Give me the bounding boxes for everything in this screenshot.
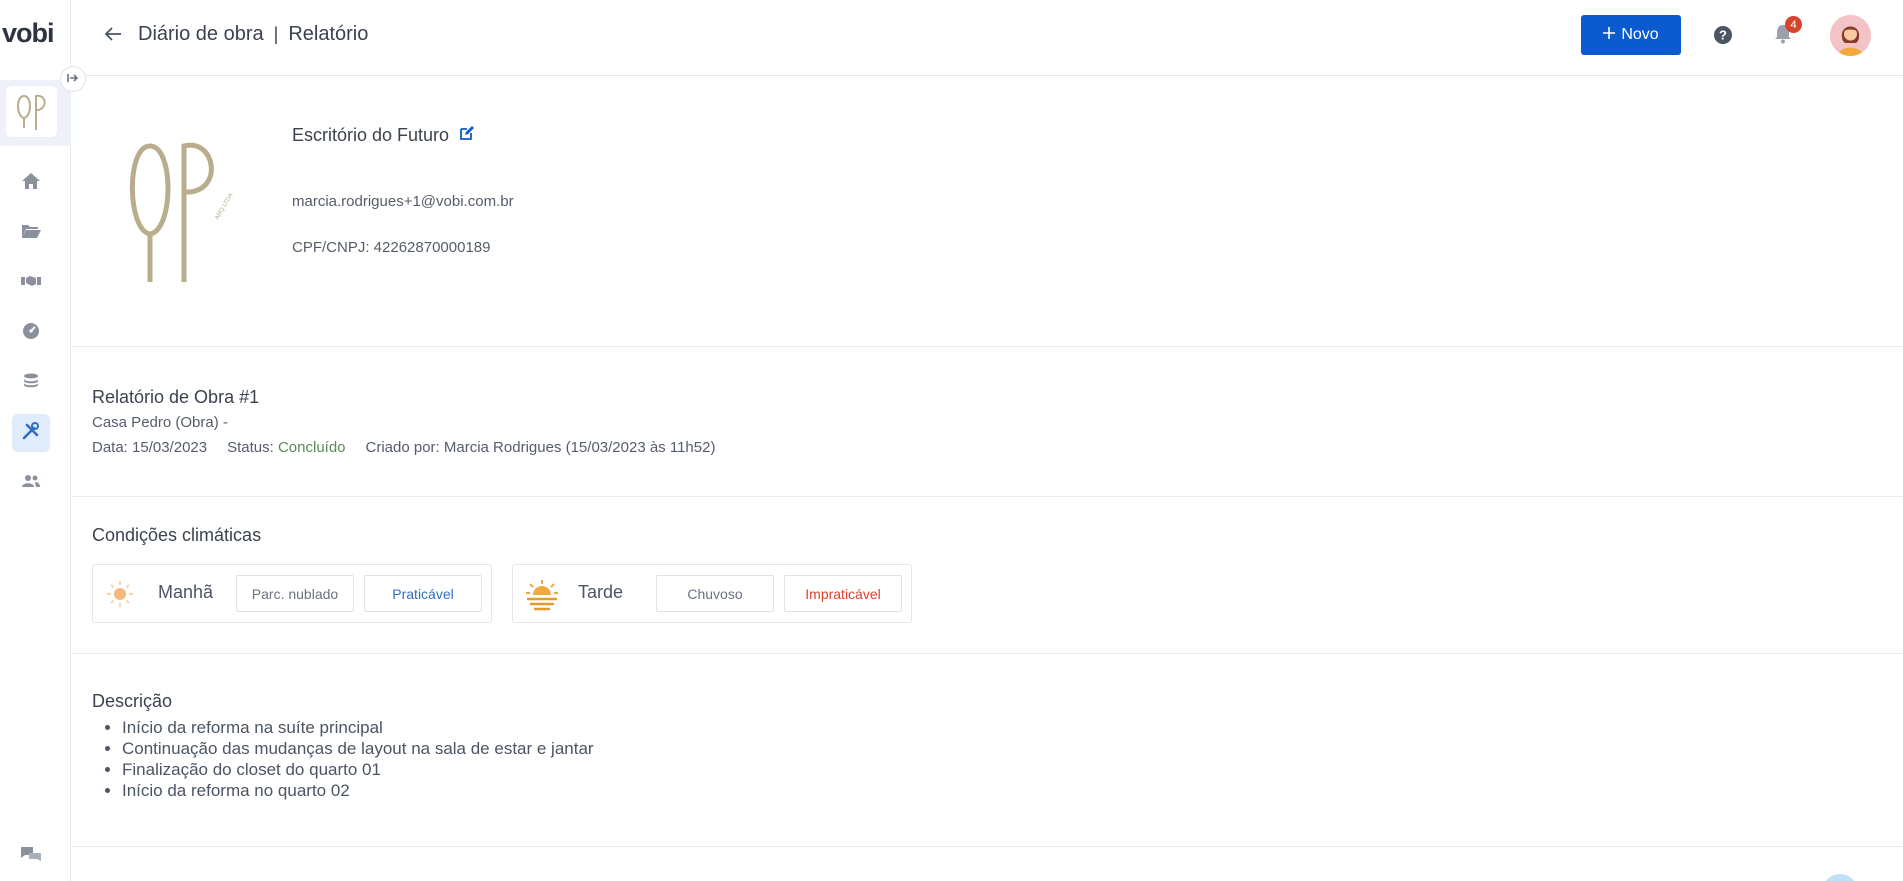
gauge-icon	[22, 322, 40, 345]
description-list: Início da reforma na suíte principal Con…	[122, 717, 594, 801]
company-email: marcia.rodrigues+1@vobi.com.br	[292, 193, 514, 210]
sidebar-nav	[0, 164, 71, 514]
company-logo-thumb	[6, 86, 57, 137]
svg-text:ARQ LTDA: ARQ LTDA	[215, 192, 235, 221]
report-meta: Data: 15/03/2023 Status: Concluído Criad…	[92, 439, 715, 456]
breadcrumb-current-page: Relatório	[288, 23, 369, 45]
sidebar-item-projects[interactable]	[12, 214, 50, 252]
back-arrow-icon[interactable]	[104, 26, 122, 47]
breadcrumb-section[interactable]: Diário de obra	[138, 23, 264, 46]
notification-count-badge: 4	[1785, 16, 1802, 33]
company-section: ARQ LTDA Escritório do Futuro marcia.rod…	[72, 77, 1903, 347]
brand-logo[interactable]: vobi	[2, 18, 55, 49]
sidebar-collapse-button[interactable]	[60, 66, 86, 92]
weather-card-afternoon: Tarde Chuvoso Impraticável	[512, 564, 912, 623]
top-header: Diário de obra | Relatório Novo ? 4	[71, 0, 1903, 76]
home-icon	[21, 172, 41, 195]
arrow-right-icon	[67, 70, 79, 88]
list-item: Início da reforma no quarto 02	[122, 780, 594, 801]
plus-icon	[1603, 26, 1616, 44]
sidebar-item-finance[interactable]	[12, 364, 50, 402]
edit-icon[interactable]	[459, 125, 475, 146]
report-status-value: Concluído	[277, 439, 346, 456]
company-name-text: Escritório do Futuro	[292, 125, 450, 145]
report-created-by: Criado por: Marcia Rodrigues (15/03/2023…	[365, 439, 716, 456]
users-icon	[21, 474, 41, 493]
weather-section: Condições climáticas Manhã Parc. nublado…	[72, 497, 1903, 654]
weather-period-morning: Manhã	[158, 582, 214, 602]
report-date: Data: 15/03/2023	[92, 439, 208, 456]
breadcrumb: Diário de obra | Relatório	[138, 23, 368, 46]
list-item: Início da reforma na suíte principal	[122, 717, 594, 738]
bell-icon	[1774, 25, 1792, 48]
notifications[interactable]: 4	[1774, 16, 1802, 48]
sidebar: vobi	[0, 0, 71, 881]
workability-afternoon: Impraticável	[784, 575, 902, 612]
report-status-label: Status:	[227, 439, 274, 456]
handshake-icon	[20, 274, 42, 293]
company-name: Escritório do Futuro	[292, 125, 475, 146]
description-section: Descrição Início da reforma na suíte pri…	[72, 654, 1903, 847]
company-document: CPF/CNPJ: 42262870000189	[292, 239, 491, 256]
weather-condition-morning: Parc. nublado	[236, 575, 354, 612]
chat-support-icon[interactable]	[19, 845, 43, 870]
report-work-name: Casa Pedro (Obra) -	[92, 414, 228, 431]
report-info-section: Relatório de Obra #1 Casa Pedro (Obra) -…	[72, 347, 1903, 497]
new-button-label: Novo	[1621, 26, 1659, 43]
tools-icon	[22, 421, 40, 445]
report-content: ARQ LTDA Escritório do Futuro marcia.rod…	[72, 77, 1903, 881]
sidebar-item-people[interactable]	[12, 464, 50, 502]
new-button[interactable]: Novo	[1581, 15, 1681, 55]
folder-icon	[21, 223, 42, 244]
coins-icon	[22, 372, 40, 395]
list-item: Finalização do closet do quarto 01	[122, 759, 594, 780]
workability-morning: Praticável	[364, 575, 482, 612]
weather-title: Condições climáticas	[92, 525, 262, 545]
help-icon[interactable]: ?	[1713, 25, 1733, 50]
weather-condition-afternoon: Chuvoso	[656, 575, 774, 612]
weather-card-morning: Manhã Parc. nublado Praticável	[92, 564, 492, 623]
sidebar-item-site-diary[interactable]	[12, 414, 50, 452]
company-logo: ARQ LTDA	[122, 132, 242, 297]
sidebar-item-home[interactable]	[12, 164, 50, 202]
breadcrumb-separator: |	[273, 24, 279, 44]
user-avatar[interactable]	[1830, 15, 1871, 56]
company-switcher[interactable]	[0, 80, 71, 146]
list-item: Continuação das mudanças de layout na sa…	[122, 738, 594, 759]
description-title: Descrição	[92, 691, 173, 711]
report-title: Relatório de Obra #1	[92, 387, 260, 407]
sidebar-item-dashboard[interactable]	[12, 314, 50, 352]
sidebar-item-deals[interactable]	[12, 264, 50, 302]
report-status: Status: Concluído	[227, 439, 345, 456]
weather-period-afternoon: Tarde	[578, 582, 624, 602]
sun-icon	[105, 579, 135, 614]
svg-text:?: ?	[1719, 28, 1727, 43]
sunset-icon	[525, 579, 559, 616]
